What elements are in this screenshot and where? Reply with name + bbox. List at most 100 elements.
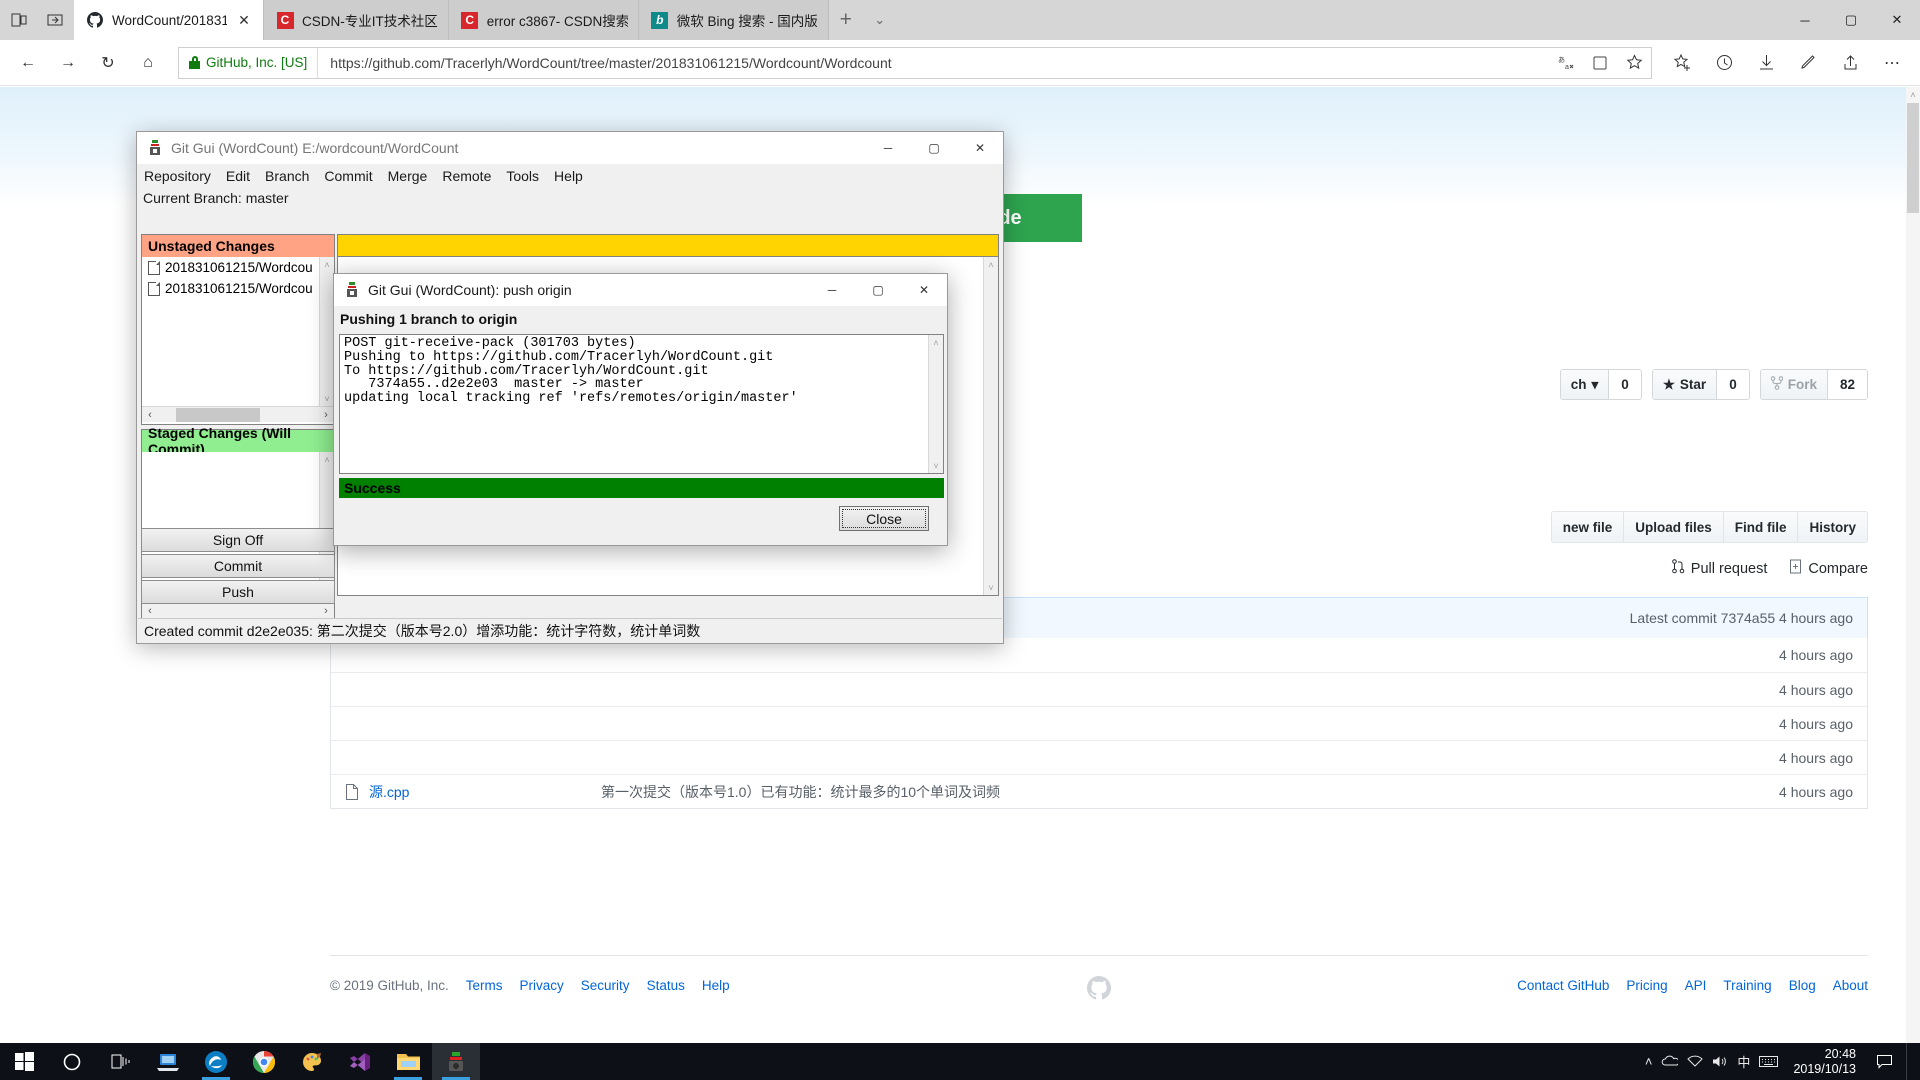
- scroll-down-icon[interactable]: ˅: [320, 391, 334, 406]
- taskbar-clock[interactable]: 20:48 2019/10/13: [1787, 1047, 1862, 1077]
- git-gui-titlebar[interactable]: Git Gui (WordCount) E:/wordcount/WordCou…: [137, 132, 1003, 164]
- watch-button[interactable]: ch ▾: [1560, 370, 1610, 399]
- star-button[interactable]: ★ Star: [1652, 370, 1718, 399]
- url-input[interactable]: https://github.com/Tracerlyh/WordCount/t…: [318, 55, 1549, 71]
- footer-link-status[interactable]: Status: [647, 978, 685, 993]
- fork-button[interactable]: Fork: [1760, 370, 1828, 399]
- new-tab-button[interactable]: +: [829, 0, 863, 40]
- menu-edit[interactable]: Edit: [226, 168, 250, 184]
- translate-icon[interactable]: あa: [1549, 48, 1583, 78]
- unstaged-horizontal-scrollbar[interactable]: ‹ ›: [142, 406, 334, 422]
- scroll-up-icon[interactable]: ˄: [929, 335, 943, 350]
- keyboard-icon[interactable]: [1759, 1055, 1779, 1068]
- chrome-icon[interactable]: [240, 1043, 288, 1080]
- notes-pen-icon[interactable]: [1788, 45, 1828, 81]
- find-file-button[interactable]: Find file: [1723, 512, 1799, 542]
- fork-button-group[interactable]: Fork 82: [1759, 369, 1868, 400]
- push-console-scrollbar[interactable]: ˄ ˅: [928, 335, 943, 473]
- tab-csdn-community[interactable]: C CSDN-专业IT技术社区: [264, 0, 449, 40]
- staged-horizontal-scrollbar[interactable]: ‹ ›: [142, 602, 334, 618]
- maximize-button[interactable]: ▢: [1828, 0, 1874, 40]
- forward-icon[interactable]: →: [48, 45, 88, 81]
- close-button[interactable]: ✕: [957, 132, 1003, 164]
- close-button[interactable]: ✕: [901, 274, 947, 306]
- home-icon[interactable]: ⌂: [128, 45, 168, 81]
- push-console[interactable]: POST git-receive-pack (301703 bytes) Pus…: [339, 334, 944, 474]
- pull-request-link[interactable]: Pull request: [1671, 559, 1767, 578]
- network-icon[interactable]: [1687, 1055, 1704, 1068]
- scrollbar-thumb[interactable]: [1907, 103, 1919, 213]
- scroll-right-icon[interactable]: ›: [318, 409, 334, 421]
- minimize-button[interactable]: ─: [809, 274, 855, 306]
- address-bar[interactable]: GitHub, Inc. [US] https://github.com/Tra…: [178, 46, 1652, 79]
- close-icon[interactable]: ✕: [235, 11, 253, 29]
- scroll-up-icon[interactable]: ˄: [1906, 87, 1920, 103]
- list-item[interactable]: 201831061215/Wordcou: [142, 278, 334, 299]
- set-tabs-aside-icon[interactable]: [6, 7, 32, 33]
- footer-link-training[interactable]: Training: [1723, 978, 1771, 993]
- refresh-icon[interactable]: ↻: [88, 45, 128, 81]
- menu-branch[interactable]: Branch: [265, 168, 309, 184]
- scrollbar-thumb[interactable]: [176, 407, 260, 422]
- watch-button-group[interactable]: ch ▾ 0: [1559, 369, 1642, 400]
- push-dialog-titlebar[interactable]: Git Gui (WordCount): push origin ─ ▢ ✕: [334, 274, 947, 306]
- file-explorer-icon[interactable]: [384, 1043, 432, 1080]
- create-new-file-button[interactable]: new file: [1551, 512, 1625, 542]
- task-view-icon[interactable]: [96, 1043, 144, 1080]
- downloads-icon[interactable]: [1746, 45, 1786, 81]
- footer-link-privacy[interactable]: Privacy: [520, 978, 564, 993]
- cortana-icon[interactable]: [48, 1043, 96, 1080]
- tab-bing[interactable]: b 微软 Bing 搜索 - 国内版: [638, 0, 829, 40]
- tab-wordcount[interactable]: WordCount/201831061 ✕: [74, 0, 264, 40]
- scroll-left-icon[interactable]: ‹: [142, 409, 158, 421]
- favorite-star-icon[interactable]: [1617, 48, 1651, 78]
- add-to-favorites-icon[interactable]: [1662, 45, 1702, 81]
- minimize-button[interactable]: ─: [865, 132, 911, 164]
- history-icon[interactable]: [1704, 45, 1744, 81]
- show-desktop-button[interactable]: [1906, 1043, 1914, 1080]
- tab-csdn-search[interactable]: C error c3867- CSDN搜索: [448, 0, 639, 40]
- git-gui-icon[interactable]: [432, 1043, 480, 1080]
- onedrive-icon[interactable]: [1661, 1055, 1679, 1068]
- footer-link-api[interactable]: API: [1685, 978, 1707, 993]
- scroll-up-icon[interactable]: ˄: [984, 257, 998, 272]
- visual-studio-icon[interactable]: [336, 1043, 384, 1080]
- menu-tools[interactable]: Tools: [506, 168, 539, 184]
- scroll-down-icon[interactable]: ˅: [929, 458, 943, 473]
- scroll-left-icon[interactable]: ‹: [142, 605, 158, 617]
- close-button[interactable]: ✕: [1874, 0, 1920, 40]
- back-icon[interactable]: ←: [8, 45, 48, 81]
- paint-icon[interactable]: [288, 1043, 336, 1080]
- menu-remote[interactable]: Remote: [442, 168, 491, 184]
- history-button[interactable]: History: [1798, 512, 1867, 542]
- compare-link[interactable]: Compare: [1789, 559, 1868, 578]
- reading-view-icon[interactable]: [1583, 48, 1617, 78]
- share-icon[interactable]: [1830, 45, 1870, 81]
- remote-desktop-icon[interactable]: [144, 1043, 192, 1080]
- menu-commit[interactable]: Commit: [324, 168, 372, 184]
- tabs-you-set-aside-icon[interactable]: [42, 7, 68, 33]
- scroll-up-icon[interactable]: ˄: [320, 257, 334, 272]
- watch-count[interactable]: 0: [1609, 370, 1641, 399]
- menu-merge[interactable]: Merge: [388, 168, 428, 184]
- fork-count[interactable]: 82: [1827, 370, 1867, 399]
- minimize-button[interactable]: ─: [1782, 0, 1828, 40]
- commit-button[interactable]: Commit: [141, 554, 335, 578]
- footer-link-contact-github[interactable]: Contact GitHub: [1517, 978, 1609, 993]
- unstaged-file-list[interactable]: 201831061215/Wordcou 201831061215/Wordco…: [142, 257, 334, 406]
- volume-icon[interactable]: [1712, 1055, 1728, 1068]
- diff-vertical-scrollbar[interactable]: ˄ ˅: [983, 257, 998, 595]
- footer-link-security[interactable]: Security: [581, 978, 630, 993]
- scroll-up-icon[interactable]: ˄: [320, 452, 334, 467]
- maximize-button[interactable]: ▢: [911, 132, 957, 164]
- footer-link-about[interactable]: About: [1833, 978, 1868, 993]
- footer-link-pricing[interactable]: Pricing: [1626, 978, 1667, 993]
- star-button-group[interactable]: ★ Star 0: [1651, 369, 1750, 400]
- page-scrollbar[interactable]: ˄: [1906, 87, 1920, 1043]
- footer-link-help[interactable]: Help: [702, 978, 730, 993]
- scroll-right-icon[interactable]: ›: [318, 605, 334, 617]
- edge-icon[interactable]: [192, 1043, 240, 1080]
- maximize-button[interactable]: ▢: [855, 274, 901, 306]
- list-item[interactable]: 201831061215/Wordcou: [142, 257, 334, 278]
- menu-repository[interactable]: Repository: [144, 168, 211, 184]
